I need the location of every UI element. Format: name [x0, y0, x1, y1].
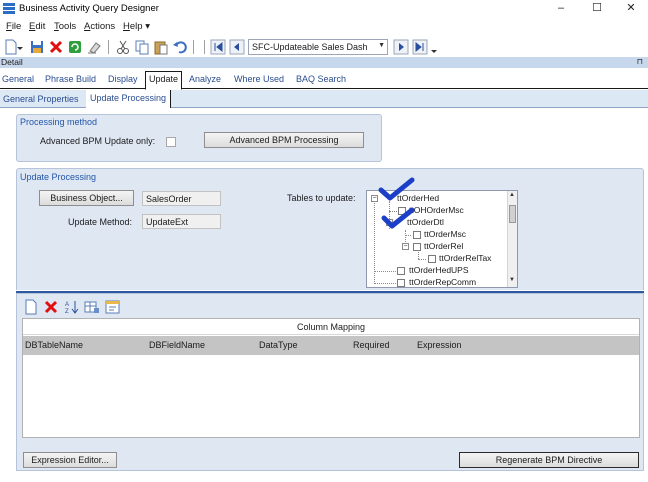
tab-general-properties[interactable]: General Properties — [3, 94, 79, 104]
refresh-icon[interactable] — [67, 39, 83, 55]
new-mapping-icon[interactable] — [23, 299, 39, 315]
menu-edit[interactable]: Edit — [29, 21, 45, 32]
paste-icon[interactable] — [153, 39, 169, 55]
chevron-down-icon: ▼ — [378, 42, 385, 49]
pin-icon[interactable]: ⊓ — [637, 57, 643, 67]
minimize-button[interactable]: – — [544, 0, 578, 18]
detail-bar: Detail ⊓ — [0, 57, 648, 68]
tree-node-ttorderhedups[interactable]: ttOrderHedUPS — [409, 265, 469, 275]
grid-caption: Column Mapping — [23, 319, 639, 335]
business-object-field[interactable]: SalesOrder — [142, 191, 221, 206]
tree-connector — [374, 271, 396, 272]
regenerate-bpm-directive-button[interactable]: Regenerate BPM Directive — [459, 452, 639, 468]
processing-method-title: Processing method — [20, 117, 98, 127]
tree-node-ttorderreltax[interactable]: ttOrderRelTax — [439, 253, 491, 263]
check-mark-icon — [378, 177, 415, 229]
tab-general[interactable]: General — [2, 74, 34, 84]
sort-icon[interactable]: A Z — [64, 299, 80, 315]
chevron-down-icon: ▾ — [145, 21, 150, 32]
svg-text:Z: Z — [65, 309, 69, 315]
close-button[interactable]: ✕ — [614, 0, 648, 18]
first-record-icon[interactable] — [210, 39, 226, 55]
column-mapping-grid[interactable]: Column Mapping DBTableName DBFieldName D… — [22, 318, 640, 438]
tree-node-ttorderrel[interactable]: ttOrderRel — [424, 241, 463, 251]
column-header-datatype[interactable]: DataType — [259, 340, 298, 350]
menu-tools[interactable]: Tools — [54, 21, 76, 32]
column-header-required[interactable]: Required — [353, 340, 390, 350]
title-bar: Business Activity Query Designer – ☐ ✕ — [0, 0, 648, 18]
tree-connector — [374, 283, 396, 284]
column-mapping-panel: A Z Column Mapping DBTableName DBFieldNa… — [16, 293, 644, 471]
tree-node-ttordermsc[interactable]: ttOrderMsc — [424, 229, 466, 239]
tree-node-checkbox[interactable] — [397, 267, 405, 275]
delete-mapping-icon[interactable] — [43, 299, 59, 315]
advanced-bpm-processing-button[interactable]: Advanced BPM Processing — [204, 132, 364, 148]
advanced-bpm-label: Advanced BPM Update only: — [40, 136, 156, 146]
advanced-bpm-checkbox[interactable] — [166, 137, 176, 147]
menu-bar: File Edit Tools Actions Help ▾ — [0, 20, 648, 35]
app-icon — [3, 3, 15, 14]
tree-node-checkbox[interactable] — [413, 243, 421, 251]
tree-scrollbar[interactable]: ▲ ▼ — [507, 191, 517, 287]
new-dropdown-icon[interactable] — [17, 39, 23, 55]
tree-connector — [418, 259, 426, 260]
menu-actions[interactable]: Actions — [84, 21, 115, 32]
update-processing-group: Update Processing Business Object... Sal… — [16, 168, 644, 290]
tree-node-checkbox[interactable] — [413, 231, 421, 239]
tab-baq-search[interactable]: BAQ Search — [296, 74, 346, 84]
tree-node-checkbox[interactable] — [428, 255, 436, 263]
tab-update-processing[interactable]: Update Processing — [86, 90, 172, 108]
toolbar-separator — [108, 40, 109, 54]
tables-to-update-label: Tables to update: — [287, 193, 356, 203]
scroll-up-icon[interactable]: ▲ — [509, 192, 515, 198]
tab-display[interactable]: Display — [108, 74, 138, 84]
menu-file[interactable]: File — [6, 21, 21, 32]
toolbar-overflow-icon[interactable] — [431, 39, 437, 55]
window-title: Business Activity Query Designer — [19, 3, 159, 14]
processing-method-group: Processing method Advanced BPM Update on… — [16, 114, 382, 162]
column-header-dbfieldname[interactable]: DBFieldName — [149, 340, 205, 350]
grid-settings-icon[interactable] — [84, 299, 100, 315]
tab-analyze[interactable]: Analyze — [189, 74, 221, 84]
dashboard-combo[interactable]: SFC-Updateable Sales Dash ▼ — [248, 39, 388, 55]
tab-phrase-build[interactable]: Phrase Build — [45, 74, 96, 84]
update-method-field[interactable]: UpdateExt — [142, 214, 221, 229]
column-header-expression[interactable]: Expression — [417, 340, 462, 350]
clear-icon[interactable] — [86, 39, 102, 55]
expression-editor-button[interactable]: Expression Editor... — [23, 452, 117, 468]
toolbar-separator — [204, 40, 205, 54]
column-header-dbtablename[interactable]: DBTableName — [25, 340, 83, 350]
next-record-icon[interactable] — [393, 39, 409, 55]
tab-update[interactable]: Update — [145, 71, 183, 90]
scroll-thumb[interactable] — [509, 205, 516, 223]
properties-icon[interactable] — [105, 299, 121, 315]
scroll-down-icon[interactable]: ▼ — [509, 277, 515, 283]
toolbar-separator — [193, 40, 194, 54]
collapse-icon[interactable]: − — [371, 195, 378, 202]
main-tabs: General Phrase Build Display Update Anal… — [0, 71, 648, 90]
collapse-icon[interactable]: − — [402, 243, 409, 250]
svg-text:A: A — [65, 302, 69, 308]
sub-tabs: General Properties Update Processing — [0, 90, 648, 108]
tree-node-ttorderrepcomm[interactable]: ttOrderRepComm — [409, 277, 476, 287]
menu-help[interactable]: Help ▾ — [123, 21, 150, 32]
save-icon[interactable] — [29, 39, 45, 55]
tab-where-used[interactable]: Where Used — [234, 74, 284, 84]
delete-icon[interactable] — [48, 39, 64, 55]
copy-icon[interactable] — [134, 39, 150, 55]
last-record-icon[interactable] — [412, 39, 428, 55]
grid-header: DBTableName DBFieldName DataType Require… — [23, 336, 639, 355]
update-processing-title: Update Processing — [20, 172, 97, 182]
update-method-label: Update Method: — [68, 217, 133, 227]
business-object-button[interactable]: Business Object... — [39, 190, 134, 206]
maximize-button[interactable]: ☐ — [580, 0, 614, 18]
tree-connector — [405, 235, 411, 236]
detail-label: Detail — [1, 57, 23, 67]
tree-node-checkbox[interactable] — [397, 279, 405, 287]
toolbar: SFC-Updateable Sales Dash ▼ — [0, 37, 648, 57]
cut-icon[interactable] — [115, 39, 131, 55]
undo-icon[interactable] — [172, 39, 188, 55]
previous-record-icon[interactable] — [229, 39, 245, 55]
